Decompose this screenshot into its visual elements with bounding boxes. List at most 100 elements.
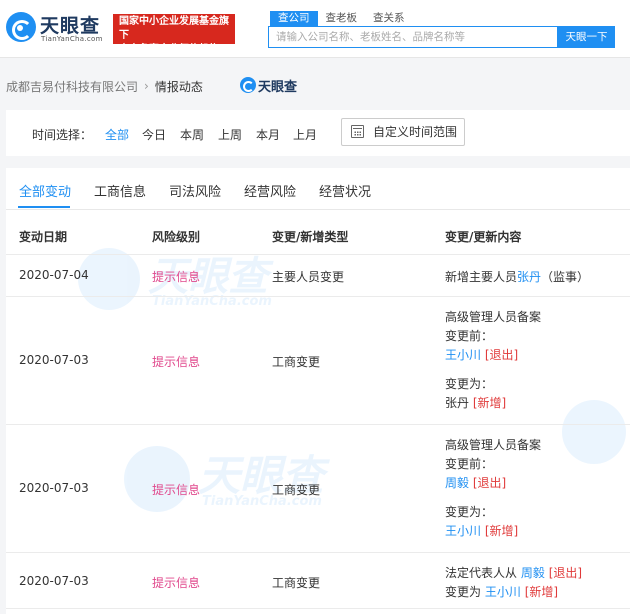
row-content: 法定代表人从 周毅 [退出] 变更为 王小川 [新增] [445,564,582,602]
new-tag: [新增] [484,524,519,538]
person-link[interactable]: 王小川 [445,524,481,538]
watermark-eye-icon [124,446,190,512]
person-link[interactable]: 王小川 [445,348,481,362]
row-change-type: 工商变更 [272,355,321,369]
tab-business-info[interactable]: 工商信息 [94,181,146,200]
calendar-icon [351,125,364,138]
content-before-label: 变更前： [445,457,494,471]
column-header-type: 变更/新增类型 [272,230,349,244]
row-risk-level[interactable]: 提示信息 [152,481,200,498]
content-line-1: 法定代表人从 周毅 [退出] [445,564,582,583]
content-after-value: 王小川 [新增] [445,522,541,541]
breadcrumb-current: 情报动态 [154,79,203,94]
search-tab-boss[interactable]: 查老板 [318,11,366,27]
row-date: 2020-07-03 [19,353,89,367]
content-before-label: 变更前： [445,329,494,343]
search-type-tabs: 查公司 查老板 查关系 [270,11,413,27]
row-risk-level[interactable]: 提示信息 [152,574,200,591]
tab-operating-status[interactable]: 经营状况 [319,181,371,200]
row-change-type: 工商变更 [272,483,321,497]
breadcrumb-separator: › [144,79,149,93]
breadcrumb-company-link[interactable]: 成都吉易付科技有限公司 [6,78,138,95]
row-divider [6,608,630,609]
row-date: 2020-07-04 [19,268,89,282]
content-suffix: （监事） [541,270,590,284]
row-change-type: 主要人员变更 [272,270,345,284]
row-divider [6,254,630,255]
person-link[interactable]: 张丹 [517,270,541,284]
mini-logo-eye-icon [240,77,256,93]
logo-subtitle: TianYanCha.com [41,35,103,43]
breadcrumb: 成都吉易付科技有限公司 › 情报动态 [6,78,203,94]
content-before-value: 周毅 [退出] [445,474,541,493]
column-header-risk: 风险级别 [152,230,201,244]
content-prefix: 法定代表人从 [445,566,518,580]
person-link[interactable]: 周毅 [445,476,469,490]
new-tag: [新增] [524,585,559,599]
time-option-this-week[interactable]: 本周 [180,126,204,143]
row-date: 2020-07-03 [19,481,89,495]
content-prefix: 变更为 [445,585,482,599]
tianyancha-logo[interactable]: 天眼查 TianYanCha.com [6,10,106,46]
tab-operating-risk[interactable]: 经营风险 [244,181,296,200]
row-divider [6,296,630,297]
badge-line-1: 国家中小企业发展基金旗下 [119,16,229,41]
official-badge: 国家中小企业发展基金旗下 官方备案企业征信机构 [113,14,235,55]
person-link[interactable]: 王小川 [485,585,521,599]
exit-tag: [退出] [472,476,507,490]
custom-range-button[interactable]: 自定义时间范围 [341,118,465,146]
exit-tag: [退出] [548,566,583,580]
time-option-last-month[interactable]: 上月 [293,126,317,143]
badge-line-2: 官方备案企业征信机构 [119,44,219,55]
custom-range-label: 自定义时间范围 [373,125,458,139]
logo-text: 天眼查 [40,15,101,37]
exit-tag: [退出] [484,348,519,362]
time-filter-bar: 时间选择： 全部 今日 本周 上周 本月 上月 自定义时间范围 [6,110,630,156]
content-line-2: 变更为 王小川 [新增] [445,583,582,602]
active-tab-indicator [18,206,70,208]
row-date: 2020-07-03 [19,574,89,588]
row-divider [6,424,630,425]
time-option-today[interactable]: 今日 [142,126,166,143]
search-input[interactable] [269,27,557,47]
column-header-content: 变更/更新内容 [445,230,522,244]
content-title: 高级管理人员备案 [445,438,542,452]
content-after-label: 变更为： [445,505,494,519]
search-tab-relation[interactable]: 查关系 [365,11,413,27]
row-risk-level[interactable]: 提示信息 [152,353,200,370]
content-spacer [445,493,541,503]
search-box [268,26,558,48]
new-tag: [新增] [472,396,507,410]
mini-logo-text: 天眼查 [258,79,298,95]
top-header: 天眼查 TianYanCha.com 国家中小企业发展基金旗下 官方备案企业征信… [0,0,630,58]
tab-all-changes[interactable]: 全部变动 [19,181,71,200]
row-divider [6,552,630,553]
search-tab-company[interactable]: 查公司 [270,11,318,27]
person-link[interactable]: 周毅 [521,566,545,580]
content-spacer [445,365,541,375]
time-option-last-week[interactable]: 上周 [218,126,242,143]
row-change-type: 工商变更 [272,576,321,590]
row-content: 高级管理人员备案 变更前： 周毅 [退出] 变更为： 王小川 [新增] [445,436,541,541]
category-tabs: 全部变动 工商信息 司法风险 经营风险 经营状况 [6,168,630,210]
column-header-date: 变动日期 [19,230,68,244]
person-name: 张丹 [445,396,470,410]
content-after-label: 变更为： [445,377,494,391]
content-after-value: 张丹 [新增] [445,394,541,413]
search-button[interactable]: 天眼一下 [558,26,615,48]
time-filter-label: 时间选择： [32,128,93,142]
watermark-eye-icon [562,400,626,464]
changes-panel: 天眼查 TianYanCha.com 天眼查 TianYanCha.com 全部… [6,168,630,614]
breadcrumb-logo: 天眼查 [240,76,298,95]
content-title: 高级管理人员备案 [445,310,542,324]
row-content: 新增主要人员张丹（监事） [445,268,589,285]
content-before-value: 王小川 [退出] [445,346,541,365]
time-option-all[interactable]: 全部 [105,126,129,143]
row-content: 高级管理人员备案 变更前： 王小川 [退出] 变更为： 张丹 [新增] [445,308,541,413]
tab-judicial-risk[interactable]: 司法风险 [169,181,221,200]
content-prefix: 新增主要人员 [445,270,518,284]
time-option-this-month[interactable]: 本月 [256,126,280,143]
row-risk-level[interactable]: 提示信息 [152,268,200,285]
watermark [562,396,630,476]
logo-eye-icon [6,12,36,42]
